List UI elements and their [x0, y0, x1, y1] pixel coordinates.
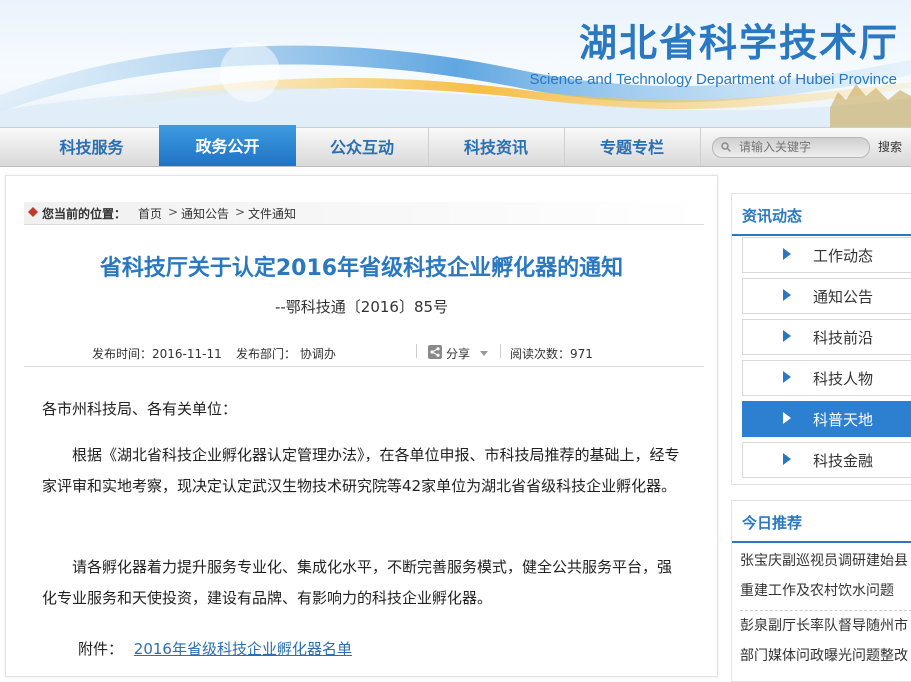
breadcrumb-documents[interactable]: 文件通知 [248, 205, 296, 222]
site-header: 湖北省科学技术厅 Science and Technology Departme… [0, 0, 911, 128]
sidebar-item-tech-people[interactable]: 科技人物 [742, 360, 911, 396]
attachment-link[interactable]: 2016年省级科技企业孵化器名单 [134, 640, 352, 658]
article-title: 省科技厅关于认定2016年省级科技企业孵化器的通知 [99, 256, 624, 281]
sidebar-item-work-news[interactable]: 工作动态 [742, 237, 911, 273]
search-button[interactable]: 搜索 [878, 138, 902, 155]
main-nav: 科技服务 政务公开 公众互动 科技资讯 专题专栏 搜索 [0, 125, 911, 167]
site-subtitle: Science and Technology Department of Hub… [529, 71, 897, 88]
chevron-down-icon[interactable] [480, 351, 488, 356]
recommend-item-line: 彭泉副厅长率队督导随州市 [740, 618, 908, 634]
section-title-underline [732, 541, 911, 543]
sidebar-item-label: 科技人物 [813, 370, 874, 388]
breadcrumb-home[interactable]: 首页 [138, 205, 162, 222]
arrow-right-icon [783, 248, 791, 260]
article-meta: 发布时间：2016-11-11 发布部门： 协调办 分享 阅读次数：971 [24, 336, 704, 367]
breadcrumb-separator: > [168, 205, 179, 219]
news-section-title: 资讯动态 [742, 207, 803, 225]
news-sidebar: 资讯动态 工作动态 通知公告 科技前沿 科技人物 科普天地 科技金融 [731, 193, 911, 485]
arrow-right-icon [783, 412, 791, 424]
nav-item-government-affairs[interactable]: 政务公开 [159, 125, 296, 166]
attachment-row: 附件： 2016年省级科技企业孵化器名单 [42, 634, 682, 665]
recommend-sidebar: 今日推荐 张宝庆副巡视员调研建始县 重建工作及农村饮水问题 彭泉副厅长率队督导随… [731, 500, 911, 682]
recommend-item-line: 张宝庆副巡视员调研建始县 [740, 553, 908, 569]
sidebar-item-label: 科技金融 [813, 452, 874, 470]
search-input[interactable] [739, 139, 863, 155]
meta-divider [500, 344, 501, 358]
article-paragraph: 请各孵化器着力提升服务专业化、集成化水平，不断完善服务模式，健全公共服务平台，强… [42, 558, 673, 607]
breadcrumb-separator: > [235, 205, 246, 219]
share-icon[interactable] [428, 345, 442, 359]
sidebar-item-notices[interactable]: 通知公告 [742, 278, 911, 314]
publish-time: 发布时间：2016-11-11 [92, 347, 222, 361]
site-title: 湖北省科学技术厅 [578, 21, 899, 65]
arrow-right-icon [783, 289, 791, 301]
attachment-label: 附件： [78, 640, 124, 658]
nav-item-tech-news[interactable]: 科技资讯 [428, 128, 565, 166]
section-title-underline [732, 234, 911, 236]
sidebar-item-tech-finance[interactable]: 科技金融 [742, 442, 911, 478]
recommend-item[interactable]: 彭泉副厅长率队督导随州市 部门媒体问政曝光问题整改 [740, 611, 911, 671]
meta-divider [416, 344, 417, 358]
sidebar-item-tech-frontier[interactable]: 科技前沿 [742, 319, 911, 355]
recommend-section-title: 今日推荐 [742, 514, 803, 532]
sidebar-item-label: 通知公告 [813, 288, 874, 306]
recommend-item[interactable]: 张宝庆副巡视员调研建始县 重建工作及农村饮水问题 [740, 546, 911, 606]
sidebar-item-popular-science[interactable]: 科普天地 [742, 401, 911, 437]
read-count: 阅读次数：971 [510, 347, 593, 361]
breadcrumb-label: 您当前的位置： [42, 207, 127, 221]
recommend-item-line: 部门媒体问政曝光问题整改 [740, 648, 908, 664]
nav-item-public-interaction[interactable]: 公众互动 [296, 128, 429, 166]
nav-item-special-topics[interactable]: 专题专栏 [564, 128, 701, 166]
share-button[interactable]: 分享 [446, 345, 470, 362]
sidebar-item-label: 科技前沿 [813, 329, 874, 347]
article-paragraph: 根据《湖北省科技企业孵化器认定管理办法》，在各单位申报、市科技局推荐的基础上，经… [42, 446, 680, 495]
recommend-item-line: 重建工作及农村饮水问题 [740, 583, 894, 599]
publish-department: 发布部门： 协调办 [236, 347, 336, 361]
arrow-right-icon [783, 330, 791, 342]
arrow-right-icon [783, 371, 791, 383]
search-box [712, 137, 870, 158]
search-icon [721, 142, 731, 152]
location-marker-icon [28, 207, 38, 217]
breadcrumb: 您当前的位置： 首页 > 通知公告 > 文件通知 [24, 202, 704, 225]
document-number: --鄂科技通〔2016〕85号 [274, 298, 449, 316]
salutation: 各市州科技局、各有关单位： [42, 400, 238, 418]
sidebar-item-label: 科普天地 [813, 411, 874, 429]
breadcrumb-notices[interactable]: 通知公告 [181, 205, 229, 222]
sidebar-item-label: 工作动态 [813, 247, 874, 265]
arrow-right-icon [783, 453, 791, 465]
article-panel: 您当前的位置： 首页 > 通知公告 > 文件通知 省科技厅关于认定2016年省级… [5, 175, 718, 677]
nav-item-tech-services[interactable]: 科技服务 [24, 128, 160, 166]
